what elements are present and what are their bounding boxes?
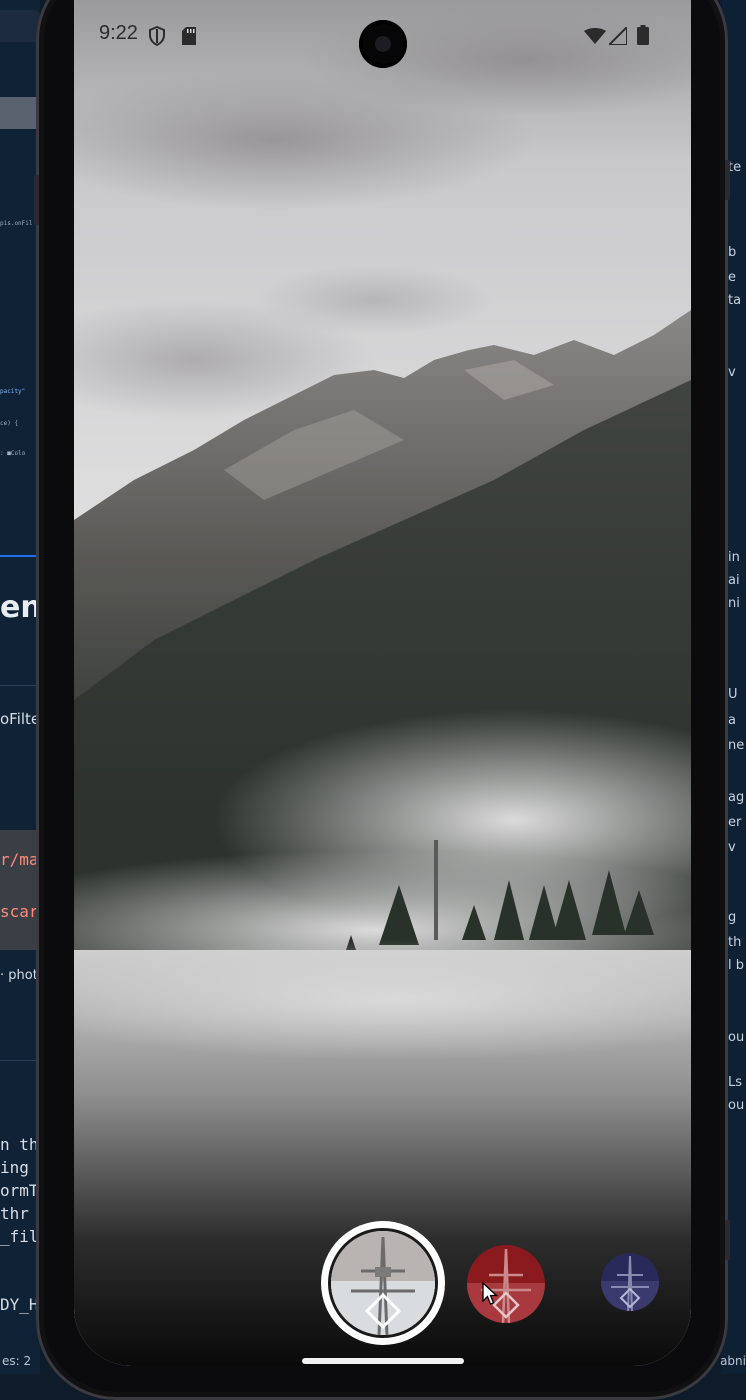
ide-code-line: scard (0, 902, 40, 921)
ide-text: a (728, 713, 736, 728)
ide-text: ta (728, 293, 742, 308)
status-time: 9:22 (99, 22, 138, 44)
ide-selected-row (0, 97, 40, 129)
ide-code-line: ormT (0, 1181, 39, 1200)
ide-code-line: n the (0, 1135, 40, 1154)
ide-text: ne (728, 738, 745, 753)
ide-text: g (728, 910, 737, 925)
home-indicator[interactable] (302, 1358, 464, 1364)
ide-text: e (728, 270, 736, 285)
ide-code-line: _fil (0, 1227, 39, 1246)
wifi-icon (584, 28, 606, 44)
filter-red-thumbnail (467, 1245, 545, 1323)
sd-card-icon (182, 27, 196, 45)
filter-red-button[interactable] (467, 1245, 545, 1323)
ide-status-problems[interactable]: es: 2 (2, 1354, 31, 1368)
ide-heading: en (0, 590, 40, 625)
ide-code-line: : ■Colo (0, 450, 26, 457)
status-bar: 9:22 (74, 0, 691, 70)
ide-text: ni (728, 596, 740, 611)
filter-original-thumbnail (331, 1231, 435, 1335)
ide-code-line: r/ma (0, 850, 39, 869)
ide-code-block (0, 830, 40, 950)
battery-icon (637, 25, 649, 45)
ide-text: Ls (728, 1075, 743, 1090)
ide-divider (0, 1060, 40, 1061)
ide-text: ag (728, 790, 745, 805)
ide-tab[interactable] (0, 10, 40, 42)
ide-code-line: DY_H (0, 1295, 39, 1314)
ide-divider (0, 555, 40, 557)
ide-text: v (728, 365, 736, 380)
ide-code-line: thr (0, 1204, 29, 1223)
phone-side-button (725, 160, 730, 200)
ide-status-right: abni (720, 1354, 746, 1368)
ide-code-line: pacity" (0, 388, 26, 395)
ide-text: b (728, 245, 737, 260)
ide-text: U (728, 687, 738, 702)
ide-divider (0, 685, 40, 686)
phone-side-button (725, 1220, 730, 1260)
camera-screen[interactable]: 9:22 (74, 0, 691, 1366)
mouse-cursor-icon (482, 1282, 498, 1305)
filter-selector (74, 1215, 691, 1355)
filter-original-button[interactable] (331, 1231, 435, 1335)
ide-text: er (728, 815, 742, 830)
ide-text: oFilte (0, 710, 40, 728)
signal-icon (609, 27, 627, 45)
ide-text: ou (728, 1030, 745, 1045)
camera-cutout (359, 20, 407, 68)
ide-text: ai (728, 573, 740, 588)
ide-code-line: ing (0, 1158, 29, 1177)
filter-blue-thumbnail (601, 1253, 659, 1311)
filter-blue-button[interactable] (601, 1253, 659, 1311)
ide-text: v (728, 840, 736, 855)
photo-preview[interactable] (74, 0, 691, 1366)
ide-text: in (728, 550, 740, 565)
ide-text: ou (728, 1098, 745, 1113)
ide-text: th (728, 935, 742, 950)
ide-text: l b (728, 958, 744, 973)
phone-side-button (34, 175, 39, 225)
ide-text: · photo (0, 968, 40, 983)
shield-icon (149, 26, 165, 46)
ide-code-line: ce) { (0, 420, 19, 427)
ide-code-line: pis.onFil (0, 220, 33, 227)
